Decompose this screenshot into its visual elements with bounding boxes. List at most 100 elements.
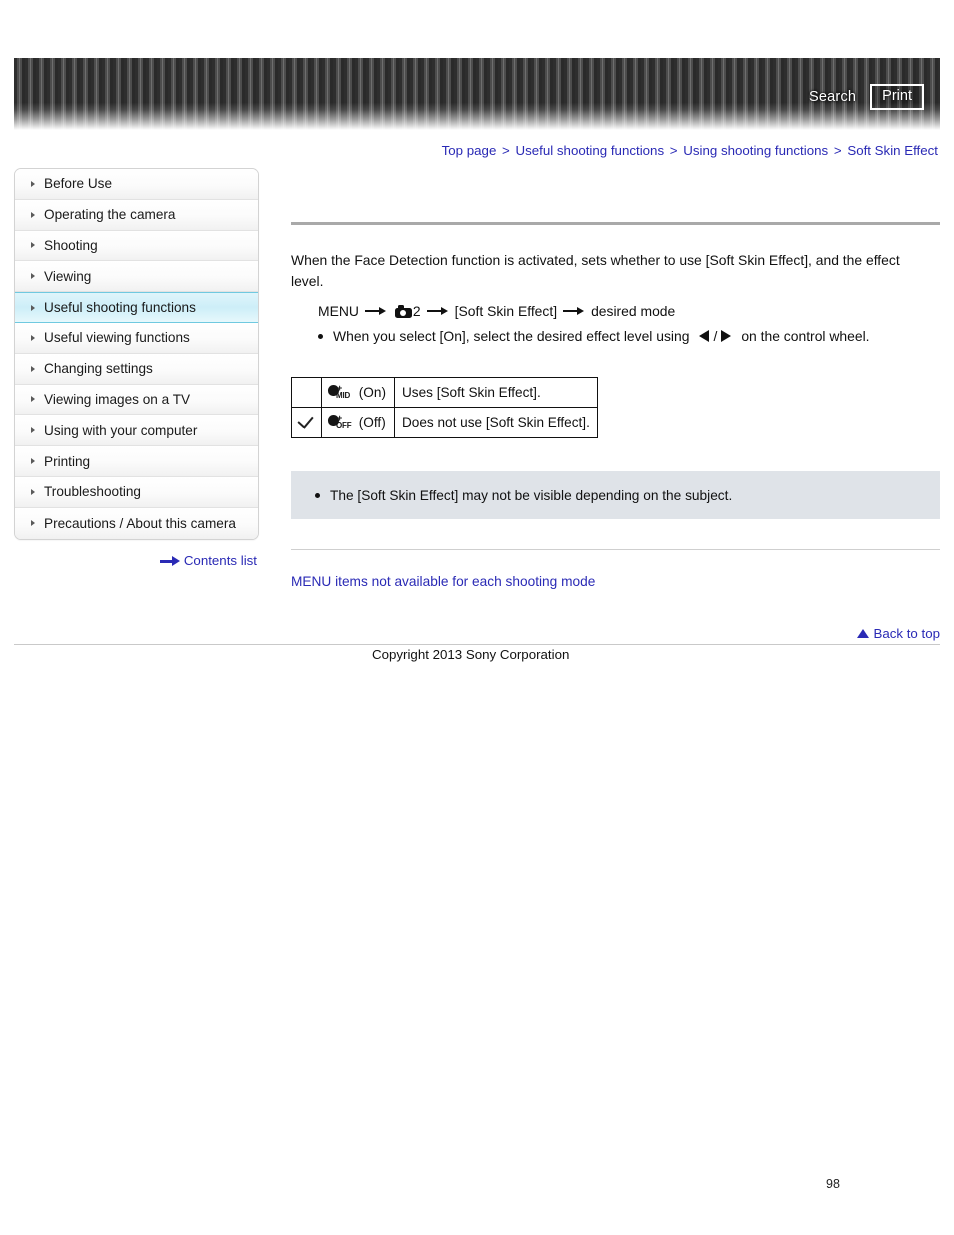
default-marker-cell — [291, 407, 322, 438]
bullet-icon — [315, 492, 320, 498]
triangle-up-icon — [857, 629, 870, 638]
section-divider — [291, 222, 940, 225]
copyright-text: Copyright 2013 Sony Corporation — [372, 647, 570, 662]
menu-label: MENU — [318, 303, 359, 319]
chevron-right-icon — [31, 211, 35, 218]
sidebar-item-label: Printing — [44, 453, 91, 469]
arrow-right-icon — [364, 305, 387, 317]
sidebar-item-viewing[interactable]: Viewing — [15, 261, 258, 293]
header-actions: Search Print — [809, 84, 924, 110]
chevron-right-icon — [31, 488, 35, 495]
chevron-right-icon — [31, 180, 35, 187]
breadcrumb-separator: > — [833, 143, 842, 158]
menu-target-label: desired mode — [591, 303, 676, 319]
table-row: + MID (On) Uses [Soft Skin Effect]. — [291, 377, 598, 408]
menu-tab-number: 2 — [412, 303, 421, 319]
icon-level-label: OFF — [336, 421, 352, 430]
sidebar-item-before-use[interactable]: Before Use — [15, 169, 258, 200]
arrow-right-icon — [159, 556, 180, 566]
sidebar-item-changing-settings[interactable]: Changing settings — [15, 353, 258, 385]
option-label: (On) — [358, 385, 386, 400]
footer-divider — [14, 644, 940, 645]
sidebar-item-label: Troubleshooting — [44, 484, 141, 500]
back-to-top-label: Back to top — [873, 626, 940, 641]
bullet-separator: / — [713, 328, 718, 344]
sidebar-item-useful-shooting-functions[interactable]: Useful shooting functions — [15, 292, 258, 323]
option-label: (Off) — [358, 415, 386, 430]
chevron-right-icon — [31, 242, 35, 249]
breadcrumb-item-top-page[interactable]: Top page — [442, 143, 497, 158]
sidebar-item-precautions-about-this-camera[interactable]: Precautions / About this camera — [15, 507, 258, 539]
sidebar-nav: Before Use Operating the camera Shooting… — [14, 168, 259, 540]
contents-list-link[interactable]: Contents list — [159, 553, 257, 568]
note-text: The [Soft Skin Effect] may not be visibl… — [330, 487, 733, 503]
icon-level-label: MID — [336, 391, 351, 400]
option-description: Does not use [Soft Skin Effect]. — [393, 407, 598, 438]
contents-list-row: Contents list — [14, 553, 257, 569]
sidebar-item-label: Shooting — [44, 237, 98, 253]
chevron-right-icon — [31, 304, 35, 311]
sidebar-item-shooting[interactable]: Shooting — [15, 230, 258, 262]
camera-icon — [394, 304, 412, 318]
sidebar-item-label: Viewing images on a TV — [44, 391, 191, 407]
option-icon-cell: + MID (On) — [321, 377, 395, 408]
sidebar-item-operating-the-camera[interactable]: Operating the camera — [15, 199, 258, 231]
sidebar-item-label: Useful viewing functions — [44, 330, 190, 346]
back-to-top-link[interactable]: Back to top — [857, 626, 940, 641]
back-to-top-row: Back to top — [291, 626, 940, 641]
chevron-right-icon — [31, 273, 35, 280]
soft-skin-effect-mid-icon: + MID — [328, 384, 354, 400]
sidebar-item-label: Operating the camera — [44, 207, 176, 223]
menu-setting-label: [Soft Skin Effect] — [454, 303, 558, 319]
contents-list-label: Contents list — [183, 553, 257, 568]
arrow-right-icon — [426, 305, 449, 317]
sidebar-item-using-with-your-computer[interactable]: Using with your computer — [15, 415, 258, 447]
arrow-right-icon — [563, 305, 585, 317]
bullet-icon — [318, 333, 323, 339]
page-number: 98 — [826, 1177, 840, 1191]
sidebar-item-label: Using with your computer — [44, 422, 198, 438]
note-box: The [Soft Skin Effect] may not be visibl… — [291, 471, 940, 519]
related-link[interactable]: MENU items not available for each shooti… — [291, 574, 595, 589]
search-link[interactable]: Search — [809, 89, 856, 105]
sidebar-item-troubleshooting[interactable]: Troubleshooting — [15, 476, 258, 508]
check-icon — [297, 414, 316, 431]
chevron-right-icon — [31, 365, 35, 372]
sidebar-item-useful-viewing-functions[interactable]: Useful viewing functions — [15, 322, 258, 354]
breadcrumb-separator: > — [502, 143, 510, 158]
triangle-left-icon — [699, 330, 710, 342]
chevron-right-icon — [31, 334, 35, 341]
bullet-text-before: When you select [On], select the desired… — [333, 328, 690, 344]
sidebar-item-label: Viewing — [44, 268, 92, 284]
header-banner: Search Print — [14, 58, 940, 130]
option-table: + MID (On) Uses [Soft Skin Effect]. + OF… — [291, 377, 598, 438]
bullet-note-line: When you select [On], select the desired… — [318, 328, 940, 344]
chevron-right-icon — [31, 458, 35, 465]
print-button[interactable]: Print — [870, 84, 924, 110]
sidebar-item-label: Useful shooting functions — [44, 300, 196, 316]
sidebar-item-label: Changing settings — [44, 361, 153, 377]
option-description: Uses [Soft Skin Effect]. — [393, 377, 598, 408]
main-content: When the Face Detection function is acti… — [291, 168, 940, 591]
chevron-right-icon — [31, 427, 35, 434]
chevron-right-icon — [31, 396, 35, 403]
sidebar-item-label: Before Use — [44, 176, 113, 192]
note-row: The [Soft Skin Effect] may not be visibl… — [315, 488, 732, 503]
table-row: + OFF (Off) Does not use [Soft Skin Effe… — [291, 407, 598, 438]
breadcrumb: Top page > Useful shooting functions > U… — [442, 143, 938, 158]
sidebar-item-label: Precautions / About this camera — [44, 515, 236, 531]
breadcrumb-item-useful-shooting-functions[interactable]: Useful shooting functions — [516, 143, 665, 158]
menu-path-line: MENU 2 [Soft Skin Effect] desired mode — [318, 303, 940, 319]
breadcrumb-item-using-shooting-functions[interactable]: Using shooting functions — [683, 143, 828, 158]
breadcrumb-item-soft-skin-effect[interactable]: Soft Skin Effect — [847, 143, 938, 158]
triangle-right-icon — [721, 330, 732, 342]
sidebar-item-printing[interactable]: Printing — [15, 446, 258, 477]
breadcrumb-separator: > — [669, 143, 678, 158]
soft-skin-effect-off-icon: + OFF — [328, 414, 354, 430]
chevron-right-icon — [31, 520, 35, 527]
intro-paragraph: When the Face Detection function is acti… — [291, 252, 900, 289]
sidebar-item-viewing-images-on-a-tv[interactable]: Viewing images on a TV — [15, 384, 258, 416]
default-marker-cell — [291, 377, 322, 408]
bullet-text-after: on the control wheel. — [741, 328, 870, 344]
option-icon-cell: + OFF (Off) — [321, 407, 395, 438]
